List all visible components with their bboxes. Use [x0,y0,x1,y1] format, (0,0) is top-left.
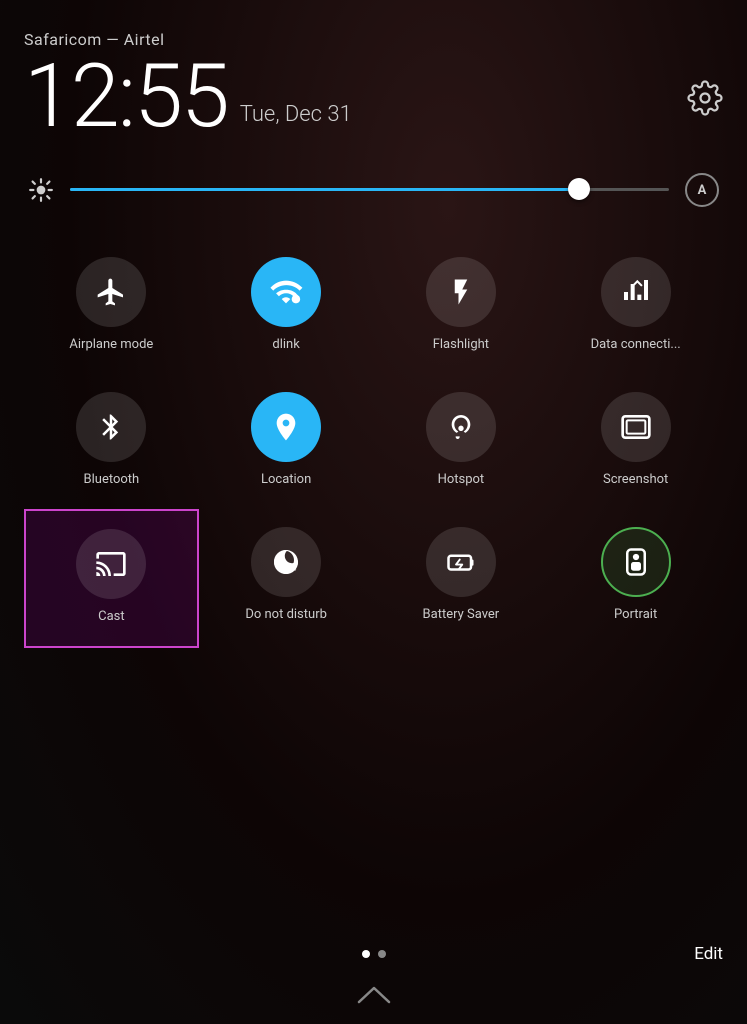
up-arrow[interactable] [354,984,394,1004]
quick-item-hotspot[interactable]: Hotspot [374,374,549,509]
quick-item-battery-saver[interactable]: Battery Saver [374,509,549,648]
quick-item-data-connection[interactable]: Data connecti... [548,239,723,374]
quick-item-dnd[interactable]: Do not disturb [199,509,374,648]
wifi-icon-circle [251,257,321,327]
page-dots [257,950,490,958]
edit-button[interactable]: Edit [694,944,723,964]
flashlight-label: Flashlight [433,337,489,352]
portrait-icon-circle [601,527,671,597]
page-dot-1 [362,950,370,958]
quick-item-flashlight[interactable]: Flashlight [374,239,549,374]
flashlight-icon-circle [426,257,496,327]
quick-settings-grid: Airplane mode dlink Flashlight [24,239,723,648]
dnd-label: Do not disturb [245,607,327,622]
settings-button[interactable] [687,30,723,116]
dnd-icon-circle [251,527,321,597]
battery-saver-icon-circle [426,527,496,597]
brightness-icon [28,177,54,203]
airplane-mode-icon-circle [76,257,146,327]
battery-saver-label: Battery Saver [423,607,500,622]
header-left: Safaricom — Airtel 12:55 Tue, Dec 31 [24,30,352,141]
quick-item-portrait[interactable]: Portrait [548,509,723,648]
bottom-bar: Edit [0,944,747,964]
bluetooth-label: Bluetooth [84,472,140,487]
cast-icon-circle [76,529,146,599]
screenshot-icon-circle [601,392,671,462]
hotspot-label: Hotspot [438,472,485,487]
data-connection-icon-circle [601,257,671,327]
quick-item-wifi[interactable]: dlink [199,239,374,374]
location-label: Location [261,472,311,487]
brightness-slider[interactable] [70,188,669,192]
brightness-row[interactable]: A [24,173,723,207]
quick-item-airplane-mode[interactable]: Airplane mode [24,239,199,374]
quick-item-screenshot[interactable]: Screenshot [548,374,723,509]
auto-brightness-button[interactable]: A [685,173,719,207]
cast-label: Cast [98,609,125,624]
quick-item-location[interactable]: Location [199,374,374,509]
hotspot-icon-circle [426,392,496,462]
page-dot-2 [378,950,386,958]
location-icon-circle [251,392,321,462]
data-connection-label: Data connecti... [591,337,681,352]
date: Tue, Dec 31 [240,102,352,127]
portrait-label: Portrait [614,607,657,622]
quick-item-cast[interactable]: Cast [24,509,199,648]
clock: 12:55 [24,53,228,141]
header: Safaricom — Airtel 12:55 Tue, Dec 31 [24,30,723,141]
bluetooth-icon-circle [76,392,146,462]
time-row: 12:55 Tue, Dec 31 [24,53,352,141]
quick-item-bluetooth[interactable]: Bluetooth [24,374,199,509]
airplane-mode-label: Airplane mode [69,337,153,352]
screenshot-label: Screenshot [603,472,668,487]
wifi-label: dlink [272,337,299,352]
